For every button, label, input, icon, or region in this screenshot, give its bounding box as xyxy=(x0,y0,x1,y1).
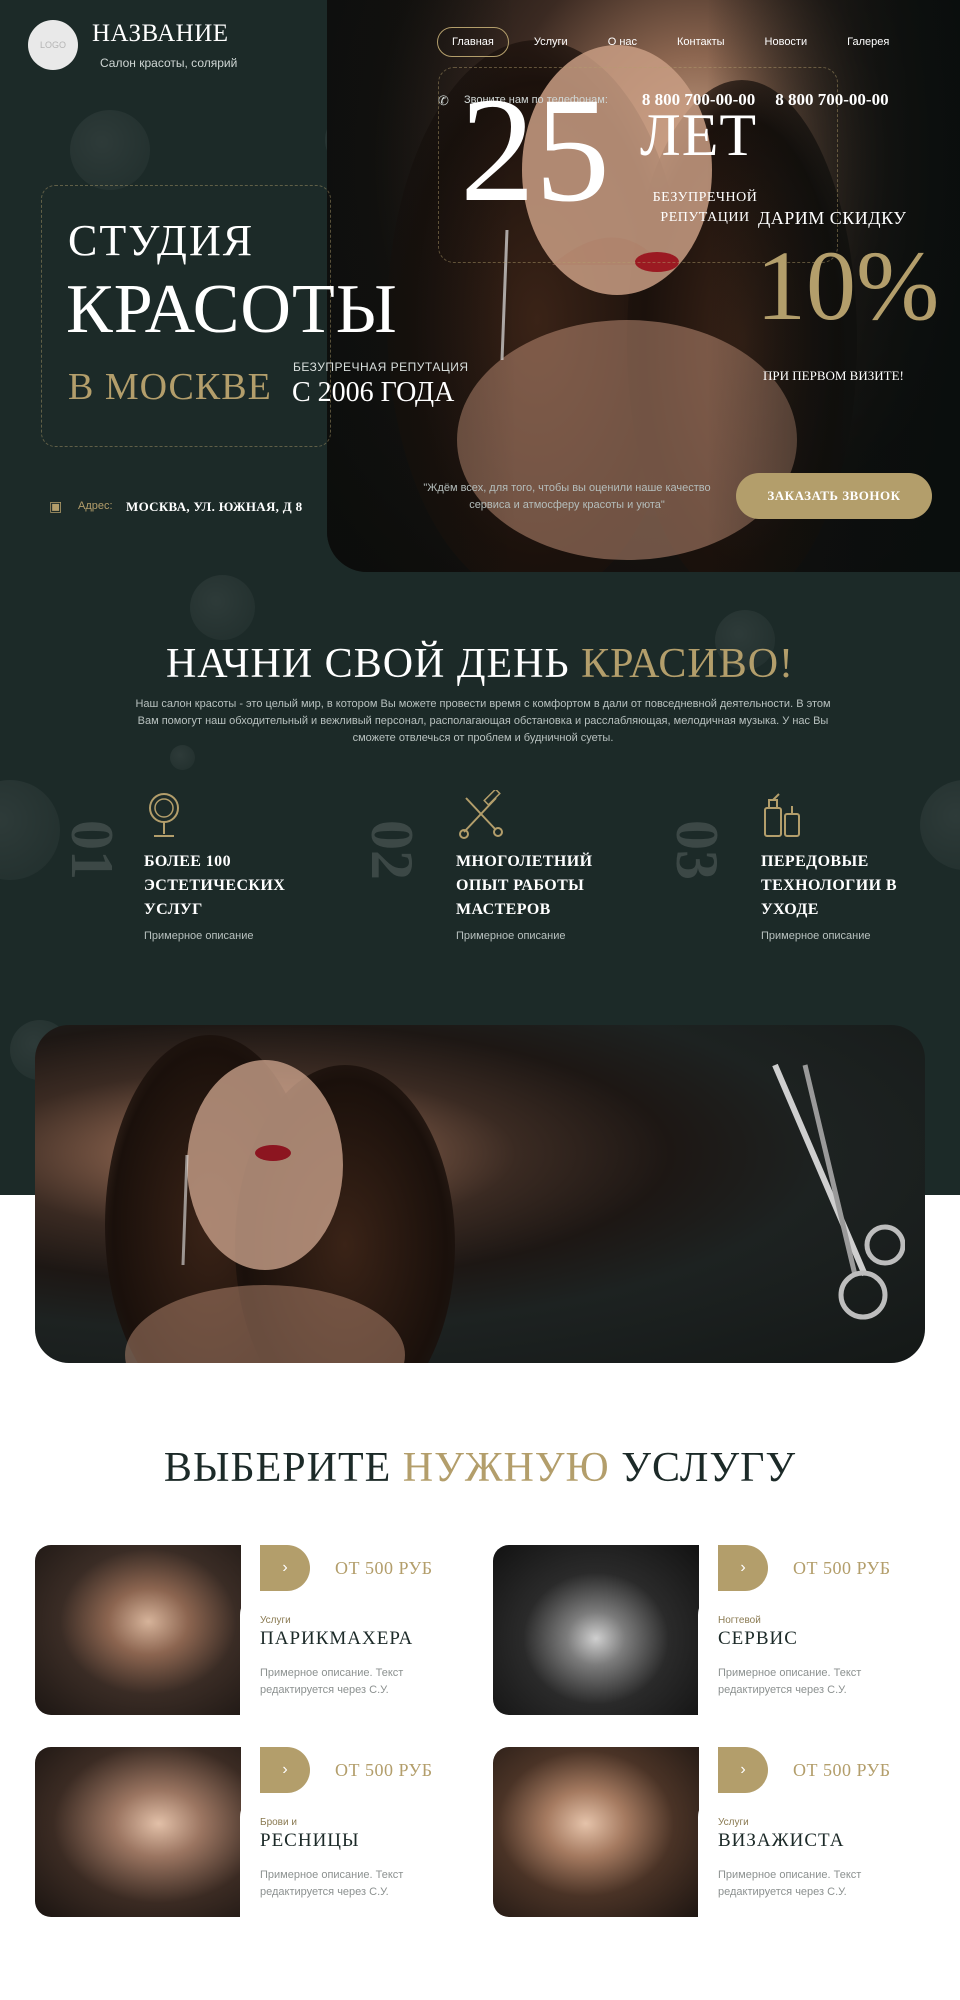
service-photo xyxy=(493,1545,699,1715)
feature-number: 02 xyxy=(359,820,425,880)
about-title-accent: КРАСИВО! xyxy=(581,641,795,687)
feature-1: 01 БОЛЕЕ 100 ЭСТЕТИЧЕСКИХ УСЛУГ Примерно… xyxy=(59,790,364,942)
feature-desc: Примерное описание xyxy=(456,930,566,942)
address-value: МОСКВА, УЛ. ЮЖНАЯ, Д 8 xyxy=(126,499,303,514)
nav-about[interactable]: О нас xyxy=(593,27,652,57)
scissors-comb-icon xyxy=(456,788,503,840)
nav-gallery[interactable]: Галерея xyxy=(832,27,904,57)
service-desc: Примерное описание. Текст редактируется … xyxy=(260,1667,404,1696)
years-banner xyxy=(35,1025,925,1363)
discount-note: ПРИ ПЕРВОМ ВИЗИТЕ! xyxy=(763,368,904,383)
service-photo xyxy=(493,1747,699,1917)
services-title-b: УСЛУГУ xyxy=(621,1445,797,1491)
cosmetics-icon xyxy=(761,790,801,840)
services-title: ВЫБЕРИТЕ НУЖНУЮ УСЛУГУ xyxy=(0,1444,960,1492)
chevron-right-icon[interactable]: › xyxy=(260,1545,310,1591)
service-price: ОТ 500 РУБ xyxy=(793,1760,891,1780)
decor-dot xyxy=(70,110,150,190)
service-photo xyxy=(35,1747,241,1917)
feature-desc: Примерное описание xyxy=(761,930,871,942)
service-category: Брови и xyxy=(260,1817,297,1828)
service-price: ОТ 500 РУБ xyxy=(793,1558,891,1578)
service-name: ВИЗАЖИСТА xyxy=(718,1830,845,1851)
service-card-nails[interactable]: › ОТ 500 РУБ Ногтевой СЕРВИС Примерное о… xyxy=(493,1545,933,1715)
service-price: ОТ 500 РУБ xyxy=(335,1558,433,1578)
hero-quote: "Ждём всех, для того, чтобы вы оценили н… xyxy=(423,482,711,511)
feature-number: 01 xyxy=(59,820,125,880)
service-card-hair[interactable]: › ОТ 500 РУБ Услуги ПАРИКМАХЕРА Примерно… xyxy=(35,1545,475,1715)
mirror-icon xyxy=(144,790,184,840)
feature-title: БОЛЕЕ 100 ЭСТЕТИЧЕСКИХ УСЛУГ xyxy=(144,853,286,918)
services-title-a: ВЫБЕРИТЕ xyxy=(163,1445,392,1491)
feature-2: 02 МНОГОЛЕТНИЙ ОПЫТ РАБОТЫ МАСТЕРОВ Прим… xyxy=(359,788,676,942)
service-price: ОТ 500 РУБ xyxy=(335,1760,433,1780)
brand-subtitle: Салон красоты, солярий xyxy=(100,56,238,70)
service-desc: Примерное описание. Текст редактируется … xyxy=(718,1869,862,1898)
decor-dot xyxy=(190,575,255,640)
service-photo xyxy=(35,1545,241,1715)
feature-3: 03 ПЕРЕДОВЫЕ ТЕХНОЛОГИИ В УХОДЕ Примерно… xyxy=(664,790,960,942)
service-desc: Примерное описание. Текст редактируется … xyxy=(260,1869,404,1898)
nav-home[interactable]: Главная xyxy=(437,27,509,57)
chevron-right-icon[interactable]: › xyxy=(260,1747,310,1793)
feature-title: МНОГОЛЕТНИЙ ОПЫТ РАБОТЫ МАСТЕРОВ xyxy=(456,853,593,918)
address-label: Адрес: xyxy=(78,500,113,512)
feature-desc: Примерное описание xyxy=(144,930,254,942)
scissors-icon xyxy=(772,1063,905,1320)
hero-line-studio: СТУДИЯ xyxy=(68,216,255,265)
hero-reputation: БЕЗУПРЕЧНАЯ РЕПУТАЦИЯ xyxy=(293,360,469,374)
nav-contacts[interactable]: Контакты xyxy=(662,27,740,57)
nav-news[interactable]: Новости xyxy=(750,27,823,57)
service-name: СЕРВИС xyxy=(718,1628,798,1649)
service-category: Услуги xyxy=(260,1615,291,1626)
service-name: РЕСНИЦЫ xyxy=(260,1830,360,1851)
feature-number: 03 xyxy=(664,820,730,880)
logo-text: LOGO xyxy=(39,40,66,50)
years-number: 25 xyxy=(460,67,610,233)
about-text: Наш салон красоты - это целый мир, в кот… xyxy=(135,698,831,744)
chevron-right-icon[interactable]: › xyxy=(718,1545,768,1591)
building-icon: ▣ xyxy=(49,498,63,514)
brand-name: НАЗВАНИЕ xyxy=(92,20,229,47)
feature-title: ПЕРЕДОВЫЕ ТЕХНОЛОГИИ В УХОДЕ xyxy=(761,853,897,918)
hero-since-year: С 2006 ГОДА xyxy=(292,377,455,408)
about-title: НАЧНИ СВОЙ ДЕНЬ КРАСИВО! xyxy=(0,640,960,688)
nav-services[interactable]: Услуги xyxy=(519,27,583,57)
service-category: Ногтевой xyxy=(718,1615,761,1626)
service-card-brows[interactable]: › ОТ 500 РУБ Брови и РЕСНИЦЫ Примерное о… xyxy=(35,1747,475,1917)
chevron-right-icon[interactable]: › xyxy=(718,1747,768,1793)
logo[interactable]: LOGO xyxy=(28,20,78,70)
hero-line-moscow: В МОСКВЕ xyxy=(68,366,272,408)
service-category: Услуги xyxy=(718,1817,749,1828)
main-nav: Главная Услуги О нас Контакты Новости Га… xyxy=(437,27,914,57)
years-subtitle: БЕЗУПРЕЧНОЙ РЕПУТАЦИИ xyxy=(652,190,758,225)
order-call-button[interactable]: ЗАКАЗАТЬ ЗВОНОК xyxy=(736,473,932,519)
services-title-accent: НУЖНУЮ xyxy=(402,1445,610,1491)
service-card-makeup[interactable]: › ОТ 500 РУБ Услуги ВИЗАЖИСТА Примерное … xyxy=(493,1747,933,1917)
years-label: ЛЕТ xyxy=(640,102,757,168)
service-desc: Примерное описание. Текст редактируется … xyxy=(718,1667,862,1696)
service-name: ПАРИКМАХЕРА xyxy=(260,1628,414,1649)
decor-dot xyxy=(0,780,60,880)
decor-dot xyxy=(170,745,195,770)
hero-line-beauty: КРАСОТЫ xyxy=(66,271,398,348)
about-title-main: НАЧНИ СВОЙ ДЕНЬ xyxy=(165,641,570,687)
